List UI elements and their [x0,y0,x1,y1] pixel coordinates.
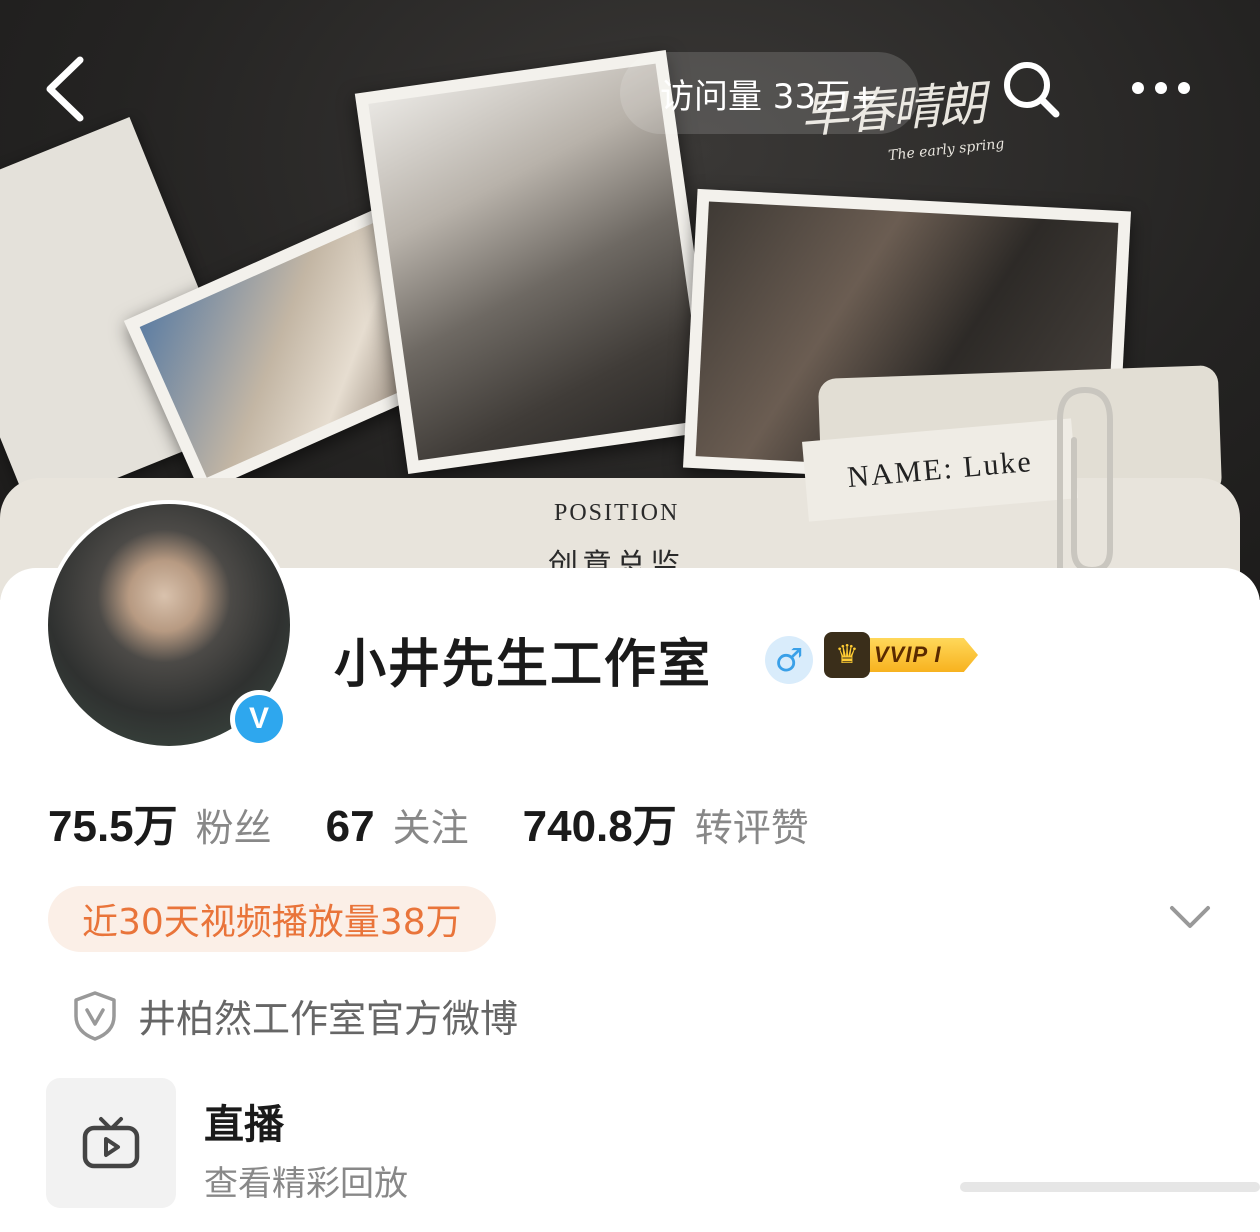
position-label: POSITION [554,500,680,526]
following-count: 67 [325,802,375,851]
username: 小井先生工作室 [334,635,713,695]
followers-stat[interactable]: 75.5万 粉丝 [48,790,272,854]
search-icon [1004,62,1060,118]
interactions-label: 转评赞 [694,806,809,850]
drama-subtitle: The early spring [887,135,1006,165]
male-gender-icon: ♂ [765,636,813,684]
official-account-text: 井柏然工作室官方微博 [138,997,519,1041]
following-stat[interactable]: 67 关注 [326,797,469,852]
search-button[interactable] [1000,58,1062,120]
interactions-count: 740.8万 [522,802,677,851]
home-indicator [960,1182,1260,1192]
verified-badge: V [230,690,288,748]
tv-play-icon [82,1117,140,1169]
live-title: 直播 [204,1102,284,1148]
interactions-stat[interactable]: 740.8万 转评赞 [523,790,809,854]
live-replay-entry[interactable]: 直播 查看精彩回放 [46,1078,746,1208]
vvip-label: VVIP I [860,638,978,672]
video-plays-badge[interactable]: 近30天视频播放量38万 [48,886,496,952]
more-dots-icon [1132,82,1190,94]
crown-icon: ♛ [824,632,870,678]
official-account-line: 井柏然工作室官方微博 [72,988,518,1043]
profile-stats: 75.5万 粉丝 67 关注 740.8万 转评赞 [48,790,863,854]
paperclip-icon [1057,386,1113,583]
shield-icon [74,990,116,1041]
following-label: 关注 [392,806,469,850]
more-button[interactable] [1126,68,1196,108]
expand-button[interactable] [1168,902,1212,932]
verified-icon: V [235,695,283,743]
live-icon-box [46,1078,176,1208]
followers-label: 粉丝 [195,806,272,850]
live-subtitle: 查看精彩回放 [204,1164,408,1204]
visit-count-label: 访问量 33万+ [660,76,879,117]
back-arrow-icon [46,56,84,122]
visit-count-pill[interactable]: 访问量 33万+ [620,52,919,134]
vvip-badge[interactable]: VVIP I ♛ [824,632,988,678]
followers-count: 75.5万 [48,802,178,851]
chevron-down-icon [1170,906,1210,928]
back-button[interactable] [38,54,98,124]
